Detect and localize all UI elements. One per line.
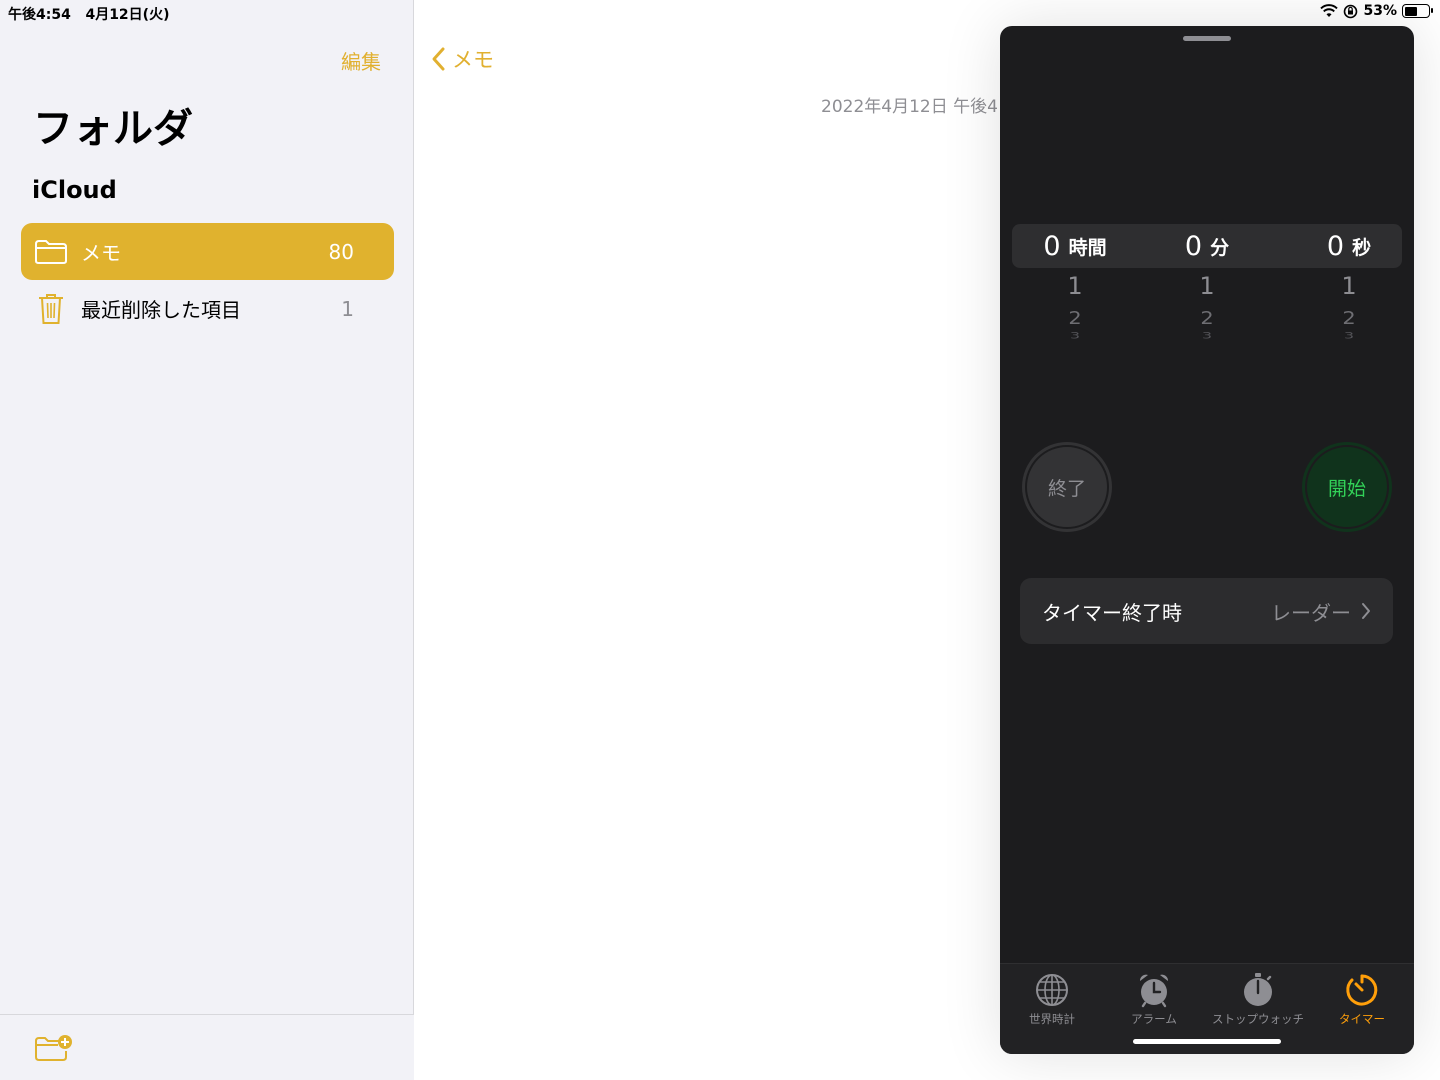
sidebar-toolbar bbox=[0, 1014, 414, 1080]
button-ring bbox=[1025, 445, 1109, 529]
new-folder-icon[interactable] bbox=[34, 1033, 74, 1063]
picker-option: 2 bbox=[1200, 307, 1214, 329]
folder-label: メモ bbox=[81, 241, 121, 265]
tab-label: 世界時計 bbox=[1029, 1012, 1075, 1026]
when-timer-ends-row[interactable]: タイマー終了時 レーダー bbox=[1020, 578, 1393, 644]
cancel-button[interactable]: 終了 bbox=[1022, 442, 1112, 532]
folder-count: 80 bbox=[328, 239, 354, 264]
status-right: 53% bbox=[1320, 3, 1433, 19]
start-button[interactable]: 開始 bbox=[1302, 442, 1392, 532]
tab-timer[interactable]: タイマー bbox=[1310, 972, 1414, 1027]
note-date: 2022年4月12日 午後4 bbox=[821, 97, 998, 117]
edit-button[interactable]: 編集 bbox=[341, 46, 381, 75]
picker-selected: 0 時間 bbox=[1010, 224, 1140, 268]
tab-label: アラーム bbox=[1131, 1012, 1177, 1026]
picker-value: 0 bbox=[1326, 230, 1345, 262]
picker-value: 0 bbox=[1184, 230, 1203, 262]
wifi-icon bbox=[1320, 4, 1339, 17]
picker-column-seconds[interactable]: 0 秒 1 2 3 bbox=[1284, 224, 1414, 345]
folder-icon bbox=[33, 239, 69, 265]
picker-unit: 秒 bbox=[1352, 236, 1372, 259]
timer-picker[interactable]: 0 時間 1 2 3 0 分 1 2 3 0 秒 1 2 3 bbox=[1000, 224, 1414, 364]
picker-selected: 0 分 bbox=[1142, 224, 1272, 268]
home-indicator bbox=[1133, 1039, 1281, 1044]
tab-world-clock[interactable]: 世界時計 bbox=[1000, 972, 1104, 1027]
clock-time: 午後4:54 bbox=[8, 7, 71, 23]
sound-label: タイマー終了時 bbox=[1042, 600, 1182, 625]
status-time: 午後4:54 4月12日(火) bbox=[8, 4, 169, 24]
chevron-left-icon bbox=[432, 47, 445, 71]
globe-icon bbox=[1036, 974, 1068, 1006]
picker-option: 3 bbox=[1069, 330, 1081, 341]
back-label: メモ bbox=[452, 48, 494, 72]
picker-column-hours[interactable]: 0 時間 1 2 3 bbox=[1010, 224, 1140, 345]
timer-icon bbox=[1346, 974, 1378, 1006]
picker-value: 0 bbox=[1043, 230, 1061, 262]
battery-percent: 53% bbox=[1363, 3, 1397, 19]
folder-label: 最近削除した項目 bbox=[81, 298, 241, 322]
trash-icon bbox=[33, 292, 69, 326]
picker-option: 3 bbox=[1343, 330, 1355, 341]
back-button[interactable]: メモ bbox=[430, 44, 494, 74]
tab-alarm[interactable]: アラーム bbox=[1102, 972, 1206, 1027]
button-ring bbox=[1305, 445, 1389, 529]
page-title: フォルダ bbox=[33, 106, 193, 152]
picker-unit: 分 bbox=[1210, 236, 1230, 259]
clock-slide-over: 0 時間 1 2 3 0 分 1 2 3 0 秒 1 2 3 終了 開始 タイマ… bbox=[1000, 26, 1414, 1054]
section-header-icloud: iCloud bbox=[32, 176, 117, 204]
tab-label: ストップウォッチ bbox=[1212, 1012, 1304, 1026]
status-bar: 午後4:54 4月12日(火) 53% bbox=[0, 0, 1440, 26]
chevron-right-icon bbox=[1361, 602, 1371, 620]
clock-date: 4月12日(火) bbox=[85, 7, 170, 23]
picker-option: 1 bbox=[1341, 272, 1357, 300]
picker-option: 2 bbox=[1342, 307, 1356, 329]
battery-icon bbox=[1402, 4, 1433, 18]
picker-option: 3 bbox=[1201, 330, 1213, 341]
picker-column-minutes[interactable]: 0 分 1 2 3 bbox=[1142, 224, 1272, 345]
battery-level bbox=[1404, 6, 1417, 16]
picker-option: 1 bbox=[1199, 272, 1215, 300]
picker-selected: 0 秒 bbox=[1284, 224, 1414, 268]
alarm-clock-icon bbox=[1139, 974, 1169, 1008]
picker-unit: 時間 bbox=[1068, 236, 1107, 259]
tab-stopwatch[interactable]: ストップウォッチ bbox=[1206, 972, 1310, 1027]
tab-label: タイマー bbox=[1339, 1012, 1385, 1026]
picker-option: 2 bbox=[1068, 307, 1082, 329]
orientation-lock-icon bbox=[1344, 4, 1358, 18]
picker-option: 1 bbox=[1067, 272, 1083, 300]
folder-row-recently-deleted[interactable]: 最近削除した項目 1 bbox=[21, 280, 394, 337]
sound-value: レーダー bbox=[1271, 600, 1351, 625]
slide-over-grabber[interactable] bbox=[1183, 36, 1231, 41]
stopwatch-icon bbox=[1244, 973, 1272, 1006]
sidebar: 編集 フォルダ iCloud メモ 80 最近削除した項目 1 bbox=[0, 0, 414, 1080]
folder-row-notes[interactable]: メモ 80 bbox=[21, 223, 394, 280]
folder-count: 1 bbox=[341, 296, 354, 321]
